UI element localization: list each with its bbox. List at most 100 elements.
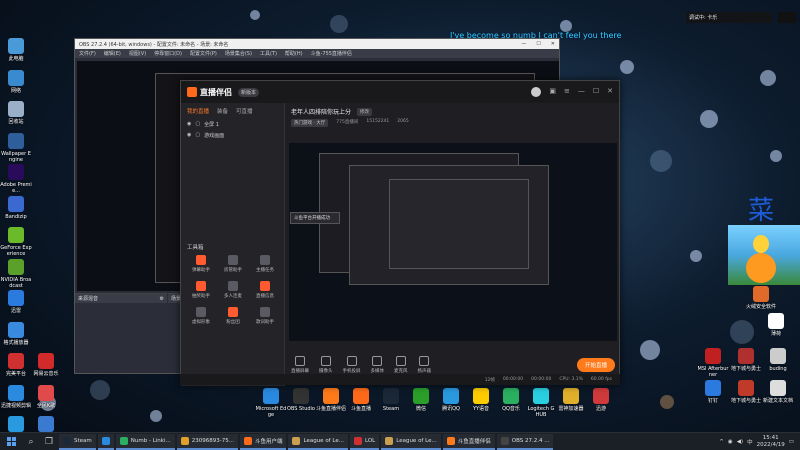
taskbar-app[interactable] <box>97 433 114 450</box>
source-add-button[interactable]: 多媒体 <box>371 355 384 374</box>
tool-button[interactable]: 房管助手 <box>217 255 249 273</box>
taskbar-app[interactable]: LOL <box>349 433 380 450</box>
zb-preview[interactable] <box>289 143 617 341</box>
menu-item[interactable]: 视图(V) <box>129 50 146 57</box>
tool-button[interactable]: 抽奖助手 <box>185 281 217 299</box>
desktop-icon[interactable]: 此电脑 <box>0 38 32 62</box>
desktop-icon[interactable]: 迅游 <box>585 388 617 412</box>
close-icon[interactable]: ✕ <box>551 41 555 47</box>
zb-tab[interactable]: 装备 <box>217 107 228 115</box>
source-add-button[interactable]: 扬声器 <box>418 355 431 374</box>
minimize-icon[interactable]: — <box>521 41 526 47</box>
start-button[interactable] <box>0 433 22 450</box>
desktop-icon[interactable]: 地下城与勇士 <box>730 380 762 404</box>
notification-icon[interactable]: ▭ <box>789 439 794 445</box>
desktop-icon[interactable]: 新建文本文档 <box>762 380 794 404</box>
desktop-icon[interactable]: 迅雷 <box>0 290 32 314</box>
taskbar-app[interactable]: Numb - Linki... <box>115 433 175 450</box>
notification-bar[interactable]: 调试中: 卡乐 <box>686 12 772 23</box>
desktop-icon[interactable]: 雷神加速器 <box>555 388 587 412</box>
taskbar-app[interactable]: League of Le... <box>381 433 441 450</box>
source-add-button[interactable]: 手机投屏 <box>343 355 361 374</box>
maximize-icon[interactable]: ☐ <box>593 87 599 97</box>
gift-icon[interactable]: ▣ <box>549 87 556 97</box>
tool-button[interactable]: 多人连麦 <box>217 281 249 299</box>
maximize-icon[interactable]: ☐ <box>536 41 540 47</box>
avatar[interactable] <box>531 87 542 97</box>
taskbar-app[interactable]: 斗鱼直播伴侣 <box>442 433 495 450</box>
source-add-button[interactable]: 摄像头 <box>319 355 333 374</box>
zb-tab[interactable]: 我的直播 <box>187 107 209 115</box>
source-add-button[interactable]: 直播屏幕 <box>291 355 309 374</box>
desktop-icon[interactable]: 地下城与勇士 <box>730 348 762 372</box>
zb-tab[interactable]: 可直播 <box>236 107 253 115</box>
desktop-icon[interactable]: Adobe Premie... <box>0 164 32 194</box>
tool-button[interactable]: 粉丝团 <box>217 307 249 325</box>
menu-item[interactable]: 停靠窗口(D) <box>154 50 182 57</box>
desktop-icon[interactable]: 火绒安全软件 <box>745 286 777 310</box>
desktop-icon[interactable]: OBS Studio <box>285 388 317 412</box>
taskbar-app[interactable]: League of Le... <box>288 433 348 450</box>
tool-button[interactable]: 主播任务 <box>249 255 281 273</box>
menu-item[interactable]: 配置文件(P) <box>190 50 217 57</box>
tool-button[interactable]: 歌词助手 <box>249 307 281 325</box>
menu-item[interactable]: 帮助(H) <box>285 50 303 57</box>
desktop-icon[interactable]: 格式播放器 <box>0 321 32 346</box>
tool-button[interactable]: 弹幕助手 <box>185 255 217 273</box>
desktop-icon[interactable]: 完美平台 <box>0 353 32 377</box>
desktop-icon[interactable]: 迅捷视频剪辑 <box>0 384 32 409</box>
desktop-icon[interactable]: Bandizip <box>0 195 32 220</box>
desktop-icon[interactable]: 微信 <box>405 388 437 412</box>
minimize-icon[interactable]: — <box>578 87 585 97</box>
desktop-icon[interactable]: Microsoft Edge <box>255 388 287 418</box>
desktop-icon[interactable]: QQ音乐 <box>495 388 527 412</box>
desktop-icon[interactable]: 网络 <box>0 69 32 94</box>
menu-item[interactable]: 文件(F) <box>79 50 96 57</box>
source-row[interactable]: ◉ ▢ 全屏 1 <box>181 119 284 130</box>
streaming-companion-window[interactable]: 直播伴侣 新版本 ▣ ≡ — ☐ ✕ 我的直播 装备 可直播 ◉ ▢ 全屏 1 ◉ ▢ 游戏画… <box>180 80 620 386</box>
menu-icon[interactable]: ≡ <box>564 87 570 97</box>
desktop-icon[interactable]: 斗鱼直播伴侣 <box>315 388 347 412</box>
desktop-icon[interactable]: 回收站 <box>0 101 32 125</box>
desktop-icon[interactable]: Logitech G HUB <box>525 388 557 418</box>
tool-button[interactable]: 直播信息 <box>249 281 281 299</box>
menu-item[interactable]: 场景集合(S) <box>225 50 252 57</box>
volume-icon[interactable]: ◀) <box>737 439 743 445</box>
task-view-icon[interactable]: ❐ <box>40 433 58 450</box>
taskbar-app[interactable]: Steam <box>59 433 96 450</box>
taskbar-app[interactable]: 23096893-75... <box>176 433 238 450</box>
notification-close[interactable] <box>778 12 796 23</box>
eye-icon[interactable]: ◉ <box>187 121 191 128</box>
search-icon[interactable]: ⌕ <box>22 433 40 450</box>
close-icon[interactable]: ✕ <box>607 87 613 97</box>
taskbar-app[interactable]: OBS 27.2.4 ... <box>496 433 554 450</box>
desktop-icon[interactable]: Steam <box>375 388 407 412</box>
taskbar-app[interactable]: 斗鱼用户端 <box>239 433 287 450</box>
lock-icon[interactable]: ▢ <box>195 132 200 139</box>
desktop-icon[interactable]: 斗鱼直播 <box>345 388 377 412</box>
widget-image[interactable] <box>728 225 800 285</box>
source-add-button[interactable]: 麦克风 <box>394 355 408 374</box>
version-badge[interactable]: 新版本 <box>238 87 260 97</box>
gear-icon[interactable]: ⚙ <box>160 296 164 302</box>
desktop-icon[interactable]: 腾讯QQ <box>435 388 467 412</box>
clock[interactable]: 15:41 2022/4/19 <box>757 435 785 449</box>
obs-titlebar[interactable]: OBS 27.2.4 (64-bit, windows) - 配置文件: 未命名… <box>75 39 559 49</box>
room-category[interactable]: 热门游戏 · 大厅 <box>291 119 329 127</box>
zb-titlebar[interactable]: 直播伴侣 新版本 ▣ ≡ — ☐ ✕ <box>181 81 619 103</box>
network-icon[interactable]: ◉ <box>728 439 733 445</box>
eye-icon[interactable]: ◉ <box>187 132 191 139</box>
desktop-icon[interactable]: MSI Afterburner <box>697 348 729 378</box>
desktop-icon[interactable]: YY语音 <box>465 388 497 412</box>
desktop-icon[interactable]: NVIDIA Broadcast <box>0 258 32 289</box>
desktop-icon[interactable]: GeForce Experience <box>0 227 32 257</box>
menu-item[interactable]: 编辑(E) <box>104 50 121 57</box>
menu-item[interactable]: 工具(T) <box>260 50 277 57</box>
chevron-up-icon[interactable]: ^ <box>719 439 724 445</box>
edit-room-button[interactable]: 修改 <box>357 107 373 116</box>
menu-item[interactable]: 斗鱼-755直播伴侣 <box>311 50 352 57</box>
ime-indicator[interactable]: 中 <box>747 438 753 446</box>
desktop-icon[interactable]: 薄荷 <box>760 313 792 337</box>
desktop-icon[interactable]: Wallpaper Engine <box>0 132 32 163</box>
lock-icon[interactable]: ▢ <box>195 121 200 128</box>
